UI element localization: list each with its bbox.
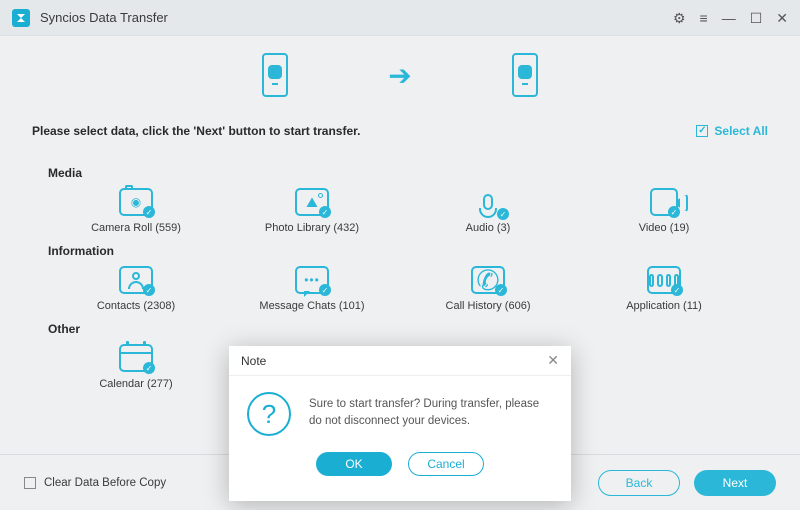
clear-data-label: Clear Data Before Copy [44, 477, 166, 489]
item-call-history[interactable]: ✓ Call History (606) [400, 266, 576, 312]
audio-icon: ✓ [471, 188, 505, 216]
item-photo-library[interactable]: ✓ Photo Library (432) [224, 188, 400, 234]
item-label: Video (19) [639, 222, 690, 234]
item-label: Message Chats (101) [259, 300, 364, 312]
item-label: Calendar (277) [99, 378, 172, 390]
item-camera-roll[interactable]: ✓ Camera Roll (559) [48, 188, 224, 234]
device-panel: ➔ [0, 36, 800, 114]
contacts-icon: ✓ [119, 266, 153, 294]
item-contacts[interactable]: ✓ Contacts (2308) [48, 266, 224, 312]
target-phone-icon [512, 53, 538, 97]
settings-icon[interactable]: ⚙ [673, 11, 686, 25]
item-label: Contacts (2308) [97, 300, 175, 312]
item-label: Audio (3) [466, 222, 511, 234]
minimize-button[interactable]: — [722, 11, 736, 25]
item-label: Photo Library (432) [265, 222, 359, 234]
close-button[interactable]: ✕ [776, 11, 788, 25]
item-label: Call History (606) [446, 300, 531, 312]
section-title-other: Other [48, 322, 752, 336]
back-button[interactable]: Back [598, 470, 680, 496]
select-all-checkbox[interactable]: Select All [696, 124, 768, 138]
dialog-message: Sure to start transfer? During transfer,… [309, 392, 553, 436]
question-icon: ? [247, 392, 291, 436]
maximize-button[interactable]: ☐ [750, 11, 763, 25]
dialog-cancel-button[interactable]: Cancel [408, 452, 484, 476]
app-logo-icon [12, 9, 30, 27]
item-label: Camera Roll (559) [91, 222, 181, 234]
dialog-close-button[interactable]: ✕ [547, 352, 559, 369]
item-application[interactable]: ✓ Application (11) [576, 266, 752, 312]
item-audio[interactable]: ✓ Audio (3) [400, 188, 576, 234]
app-title: Syncios Data Transfer [40, 10, 168, 25]
photo-icon: ✓ [295, 188, 329, 216]
message-icon: ✓ [295, 266, 329, 294]
arrow-right-icon: ➔ [388, 59, 411, 92]
title-bar: Syncios Data Transfer ⚙ ≡ — ☐ ✕ [0, 0, 800, 36]
dialog-title: Note [241, 354, 266, 368]
camera-icon: ✓ [119, 188, 153, 216]
section-title-information: Information [48, 244, 752, 258]
confirm-dialog: Note ✕ ? Sure to start transfer? During … [229, 346, 571, 501]
section-title-media: Media [48, 166, 752, 180]
item-calendar[interactable]: ✓ Calendar (277) [48, 344, 224, 390]
menu-icon[interactable]: ≡ [700, 11, 708, 25]
dialog-ok-button[interactable]: OK [316, 452, 392, 476]
clear-data-checkbox[interactable]: Clear Data Before Copy [24, 477, 166, 489]
video-icon: ✓ [650, 188, 678, 216]
phone-icon: ✓ [471, 266, 505, 294]
item-message-chats[interactable]: ✓ Message Chats (101) [224, 266, 400, 312]
next-button[interactable]: Next [694, 470, 776, 496]
calendar-icon: ✓ [119, 344, 153, 372]
checkbox-icon [696, 125, 708, 137]
item-video[interactable]: ✓ Video (19) [576, 188, 752, 234]
apps-icon: ✓ [647, 266, 681, 294]
instruction-text: Please select data, click the 'Next' but… [32, 124, 360, 138]
select-all-label: Select All [714, 124, 768, 138]
item-label: Application (11) [626, 300, 702, 312]
source-phone-icon [262, 53, 288, 97]
checkbox-icon [24, 477, 36, 489]
